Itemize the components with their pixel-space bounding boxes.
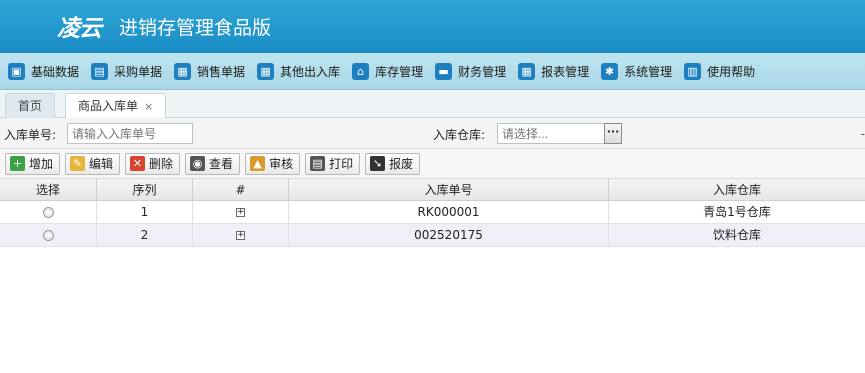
app-title: 进销存管理食品版 [119, 17, 272, 39]
button-label: 报废 [389, 157, 414, 171]
basket-icon: ▤ [91, 62, 109, 80]
calculator-icon: ▦ [518, 62, 536, 80]
select-cell [0, 201, 97, 223]
edit-button[interactable]: ✎ 编辑 [65, 152, 121, 175]
grid-header: 选择 序列 # 入库单号 入库仓库 [0, 179, 865, 201]
column-header-warehouse[interactable]: 入库仓库 [609, 179, 865, 200]
menu-label: 使用帮助 [707, 64, 756, 79]
expand-icon[interactable]: + [236, 207, 245, 217]
home-icon: ⌂ [352, 62, 370, 80]
main-menu: ▣ 基础数据 ▤ 采购单据 ▦ 销售单据 ▦ 其他出入库 ⌂ 库存管理 ▬ 财务… [0, 53, 865, 90]
tab-stock-in[interactable]: 商品入库单 × [65, 93, 167, 119]
plus-icon: + [10, 156, 25, 171]
tab-label: 首页 [18, 99, 43, 113]
menu-label: 销售单据 [197, 64, 246, 79]
tab-home[interactable]: 首页 [5, 93, 56, 118]
cube-icon: ▣ [8, 62, 25, 80]
menu-item-inventory[interactable]: ⌂ 库存管理 [352, 62, 424, 80]
audit-button[interactable]: ▲ 审核 [245, 152, 301, 175]
table-row[interactable]: 1 + RK000001 青岛1号仓库 [0, 201, 865, 224]
app-header: 凌云 进销存管理食品版 [0, 0, 865, 53]
delete-icon: ✕ [130, 156, 146, 171]
button-label: 审核 [269, 157, 294, 171]
delete-button[interactable]: ✕ 删除 [125, 152, 181, 175]
warehouse-select[interactable] [497, 123, 605, 144]
expand-cell: + [193, 224, 289, 246]
button-label: 编辑 [89, 157, 114, 171]
lock-icon: ▲ [250, 156, 266, 171]
menu-label: 其他出入库 [280, 64, 341, 79]
arrow-icon: ➘ [370, 156, 386, 171]
menu-item-other-inout[interactable]: ▦ 其他出入库 [257, 62, 341, 80]
order-no-label: 入库单号: [4, 128, 57, 142]
gear-icon: ✱ [601, 62, 619, 80]
order-no-cell: 002520175 [289, 224, 609, 246]
menu-item-finance[interactable]: ▬ 财务管理 [435, 62, 507, 80]
print-button[interactable]: ▤ 打印 [305, 152, 361, 175]
menu-item-system[interactable]: ✱ 系统管理 [601, 62, 673, 80]
select-cell [0, 224, 97, 246]
menu-label: 采购单据 [114, 64, 163, 79]
order-no-input[interactable] [67, 123, 193, 144]
calculator-icon: ▦ [174, 62, 192, 80]
warehouse-cell: 青岛1号仓库 [703, 204, 771, 219]
close-icon[interactable]: × [144, 100, 153, 113]
printer-icon: ▤ [310, 156, 326, 171]
menu-item-purchase[interactable]: ▤ 采购单据 [91, 62, 163, 80]
tab-bar: 首页 商品入库单 × [0, 90, 865, 119]
order-no-cell: RK000001 [289, 201, 609, 223]
column-header-expand[interactable]: # [193, 179, 289, 200]
seq-cell: 2 [97, 224, 193, 246]
search-bar: 入库单号: 入库仓库: ··· - [0, 118, 865, 149]
menu-label: 库存管理 [375, 64, 424, 79]
data-grid: 选择 序列 # 入库单号 入库仓库 1 + RK000001 青岛1号仓库 2 … [0, 179, 865, 247]
warehouse-cell: 饮料仓库 [712, 227, 761, 242]
button-label: 增加 [29, 157, 54, 171]
binoculars-icon: ◉ [190, 156, 206, 171]
calculator-icon: ▦ [257, 62, 275, 80]
menu-item-sales[interactable]: ▦ 销售单据 [174, 62, 246, 80]
menu-label: 系统管理 [624, 64, 673, 79]
edit-icon: ✎ [70, 156, 86, 171]
menu-label: 基础数据 [31, 64, 80, 79]
column-header-select[interactable]: 选择 [0, 179, 97, 200]
overflow-mark: - [860, 127, 865, 141]
row-radio[interactable] [42, 206, 54, 218]
toolbar: + 增加 ✎ 编辑 ✕ 删除 ◉ 查看 ▲ 审核 ▤ 打印 ➘ 报废 [0, 149, 865, 179]
menu-item-reports[interactable]: ▦ 报表管理 [518, 62, 590, 80]
menu-label: 报表管理 [541, 64, 590, 79]
menu-item-basic-data[interactable]: ▣ 基础数据 [8, 62, 80, 80]
tab-label: 商品入库单 [78, 99, 139, 113]
warehouse-label: 入库仓库: [433, 128, 486, 142]
view-button[interactable]: ◉ 查看 [185, 152, 241, 175]
table-row[interactable]: 2 + 002520175 饮料仓库 [0, 224, 865, 247]
button-label: 查看 [209, 157, 234, 171]
button-label: 删除 [149, 157, 174, 171]
app-logo: 凌云 [57, 16, 102, 42]
book-icon: ▥ [684, 62, 702, 80]
button-label: 打印 [329, 157, 354, 171]
warehouse-picker-button[interactable]: ··· [604, 123, 622, 144]
column-header-seq[interactable]: 序列 [97, 179, 193, 200]
money-icon: ▬ [435, 62, 453, 80]
expand-icon[interactable]: + [236, 230, 245, 240]
add-button[interactable]: + 增加 [5, 152, 61, 175]
column-header-order-no[interactable]: 入库单号 [289, 179, 609, 200]
scrap-button[interactable]: ➘ 报废 [365, 152, 421, 175]
menu-item-help[interactable]: ▥ 使用帮助 [684, 62, 756, 80]
seq-cell: 1 [97, 201, 193, 223]
row-radio[interactable] [42, 229, 54, 241]
expand-cell: + [193, 201, 289, 223]
menu-label: 财务管理 [458, 64, 507, 79]
